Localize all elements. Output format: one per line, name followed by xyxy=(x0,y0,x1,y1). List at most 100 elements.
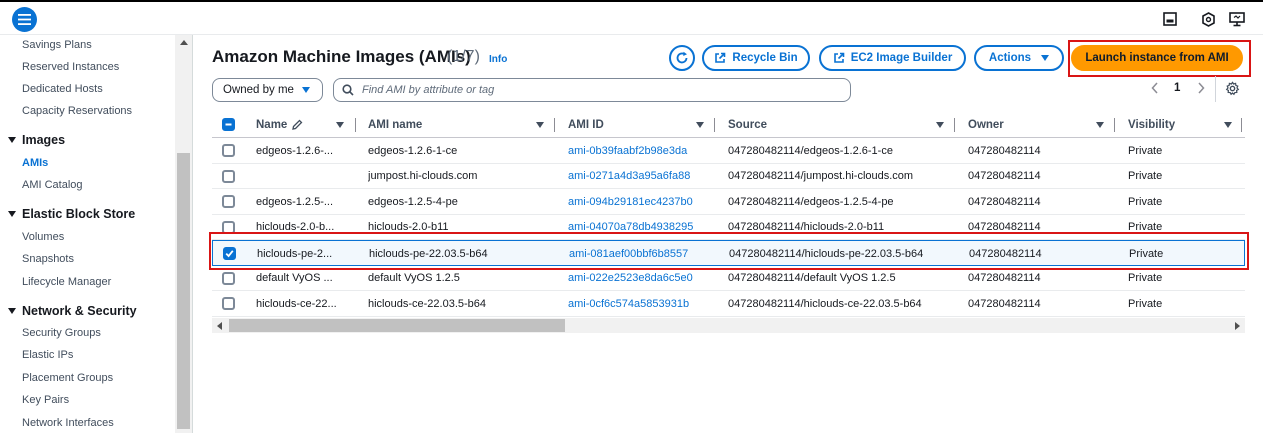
scrollbar-thumb[interactable] xyxy=(229,319,565,332)
sidebar-section-label: Network & Security xyxy=(22,304,137,318)
cell-visibility: Private xyxy=(1128,144,1163,157)
caret-down-icon xyxy=(8,308,16,314)
column-divider[interactable] xyxy=(554,118,555,132)
hamburger-menu-icon[interactable] xyxy=(12,7,37,32)
external-link-icon xyxy=(833,52,844,63)
sidebar-item-security-groups[interactable]: Security Groups xyxy=(22,327,101,339)
select-all-checkbox[interactable] xyxy=(222,118,235,131)
previous-page-button[interactable] xyxy=(1151,82,1159,97)
ami-id-link[interactable]: ami-0cf6c574a5853931b xyxy=(568,291,713,316)
sidebar-item-snapshots[interactable]: Snapshots xyxy=(22,253,74,265)
sidebar-section-elastic-block-store[interactable]: Elastic Block Store xyxy=(8,207,135,221)
column-header-visibility[interactable]: Visibility xyxy=(1128,112,1232,138)
next-page-button[interactable] xyxy=(1197,82,1205,97)
sidebar-item-savings-plans[interactable]: Savings Plans xyxy=(22,39,92,51)
column-label: Owner xyxy=(968,119,1004,131)
caret-down-icon xyxy=(8,137,16,143)
sort-caret-icon[interactable] xyxy=(336,122,344,128)
column-divider[interactable] xyxy=(355,118,356,132)
sort-caret-icon[interactable] xyxy=(936,122,944,128)
sidebar-item-capacity-reservations[interactable]: Capacity Reservations xyxy=(22,105,132,117)
sidebar-item-elastic-ips[interactable]: Elastic IPs xyxy=(22,349,73,361)
pager-divider xyxy=(1215,76,1216,102)
page-title: Amazon Machine Images (AMIs) xyxy=(212,47,471,66)
feedback-monitor-icon[interactable] xyxy=(1228,10,1246,28)
ec2-image-builder-button[interactable]: EC2 Image Builder xyxy=(819,45,966,71)
sidebar-item-ami-catalog[interactable]: AMI Catalog xyxy=(22,179,83,191)
scrollbar-thumb[interactable] xyxy=(177,153,190,429)
table-horizontal-scrollbar[interactable] xyxy=(212,318,1245,333)
column-header-source[interactable]: Source xyxy=(728,112,944,138)
sort-caret-icon[interactable] xyxy=(1096,122,1104,128)
column-header-name[interactable]: Name xyxy=(256,112,344,138)
chevron-left-icon xyxy=(1151,82,1158,94)
sidebar-item-placement-groups[interactable]: Placement Groups xyxy=(22,372,113,384)
column-label: Source xyxy=(728,119,767,131)
sort-caret-icon[interactable] xyxy=(536,122,544,128)
owned-by-select[interactable]: Owned by me xyxy=(212,78,323,102)
table-preferences-button[interactable] xyxy=(1225,81,1240,99)
security-shield-icon[interactable] xyxy=(1199,10,1217,28)
actions-dropdown-button[interactable]: Actions xyxy=(974,45,1064,71)
table-row[interactable]: hiclouds-ce-22... hiclouds-ce-22.03.5-b64… xyxy=(212,291,1245,317)
row-checkbox[interactable] xyxy=(222,169,235,183)
sidebar-item-amis[interactable]: AMIs xyxy=(22,157,48,169)
row-checkbox[interactable] xyxy=(222,144,235,157)
recycle-bin-button[interactable]: Recycle Bin xyxy=(702,45,810,71)
sort-caret-icon[interactable] xyxy=(1224,122,1232,128)
launch-instance-from-ami-button[interactable]: Launch instance from AMI xyxy=(1071,45,1243,71)
sidebar-item-dedicated-hosts[interactable]: Dedicated Hosts xyxy=(22,83,103,95)
table-row[interactable]: edgeos-1.2.6-... edgeos-1.2.6-1-ce ami-0b3… xyxy=(212,138,1245,164)
sidebar-item-network-interfaces[interactable]: Network Interfaces xyxy=(22,417,114,429)
selected-row-highlight-box xyxy=(209,232,1249,270)
scroll-left-arrow-icon[interactable] xyxy=(217,322,222,330)
column-label: AMI name xyxy=(368,119,423,131)
cell-name: edgeos-1.2.6-... xyxy=(256,144,334,157)
cell-ami-name: hiclouds-ce-22.03.5-b64 xyxy=(368,297,487,310)
launch-label: Launch instance from AMI xyxy=(1085,52,1229,64)
current-page-number[interactable]: 1 xyxy=(1174,82,1180,94)
column-divider[interactable] xyxy=(1114,118,1115,132)
row-checkbox[interactable] xyxy=(222,297,235,310)
ami-id-link[interactable]: ami-0271a4d3a95a6fa88 xyxy=(568,164,713,189)
panel-layout-icon[interactable] xyxy=(1161,10,1179,28)
sidebar-item-lifecycle-manager[interactable]: Lifecycle Manager xyxy=(22,276,111,288)
sidebar-item-key-pairs[interactable]: Key Pairs xyxy=(22,394,69,406)
top-navigation-bar xyxy=(0,2,1263,35)
info-link[interactable]: Info xyxy=(489,54,507,65)
cell-source: 047280482114/hiclouds-ce-22.03.5-b64 xyxy=(728,297,922,310)
pencil-icon xyxy=(292,119,303,130)
ami-id-link[interactable]: ami-094b29181ec4237b0 xyxy=(568,189,713,214)
row-checkbox[interactable] xyxy=(222,271,235,285)
recycle-bin-label: Recycle Bin xyxy=(732,52,798,64)
actions-label: Actions xyxy=(988,52,1032,64)
sidebar-item-reserved-instances[interactable]: Reserved Instances xyxy=(22,61,119,73)
cell-ami-name: edgeos-1.2.6-1-ce xyxy=(368,144,458,157)
sidebar-item-volumes[interactable]: Volumes xyxy=(22,231,64,243)
column-label: AMI ID xyxy=(568,119,604,131)
column-divider[interactable] xyxy=(1241,118,1242,132)
ami-id-link[interactable]: ami-0b39faabf2b98e3da xyxy=(568,138,713,163)
search-box[interactable] xyxy=(333,78,851,102)
cell-visibility: Private xyxy=(1128,170,1163,182)
search-input[interactable] xyxy=(362,84,802,96)
refresh-button[interactable] xyxy=(669,45,695,71)
column-header-ami-name[interactable]: AMI name xyxy=(368,112,544,138)
table-row[interactable]: edgeos-1.2.5-... edgeos-1.2.5-4-pe ami-094… xyxy=(212,189,1245,215)
column-label: Name xyxy=(256,119,288,131)
cell-name: edgeos-1.2.5-... xyxy=(256,195,334,208)
scroll-up-arrow-icon[interactable] xyxy=(180,40,188,45)
sidebar-section-images[interactable]: Images xyxy=(8,133,65,147)
scroll-right-arrow-icon[interactable] xyxy=(1235,322,1240,330)
table-row[interactable]: jumpost.hi-clouds.com ami-0271a4d3a95a6fa… xyxy=(212,164,1245,189)
row-checkbox[interactable] xyxy=(222,195,235,208)
sort-caret-icon[interactable] xyxy=(696,122,704,128)
sidebar-scrollbar[interactable] xyxy=(175,35,192,433)
column-header-owner[interactable]: Owner xyxy=(968,112,1104,138)
column-header-ami-id[interactable]: AMI ID xyxy=(568,112,704,138)
sidebar-section-network-security[interactable]: Network & Security xyxy=(8,304,137,318)
cell-owner: 047280482114 xyxy=(968,144,1041,157)
refresh-icon xyxy=(676,51,688,64)
column-divider[interactable] xyxy=(954,118,955,132)
column-divider[interactable] xyxy=(714,118,715,132)
